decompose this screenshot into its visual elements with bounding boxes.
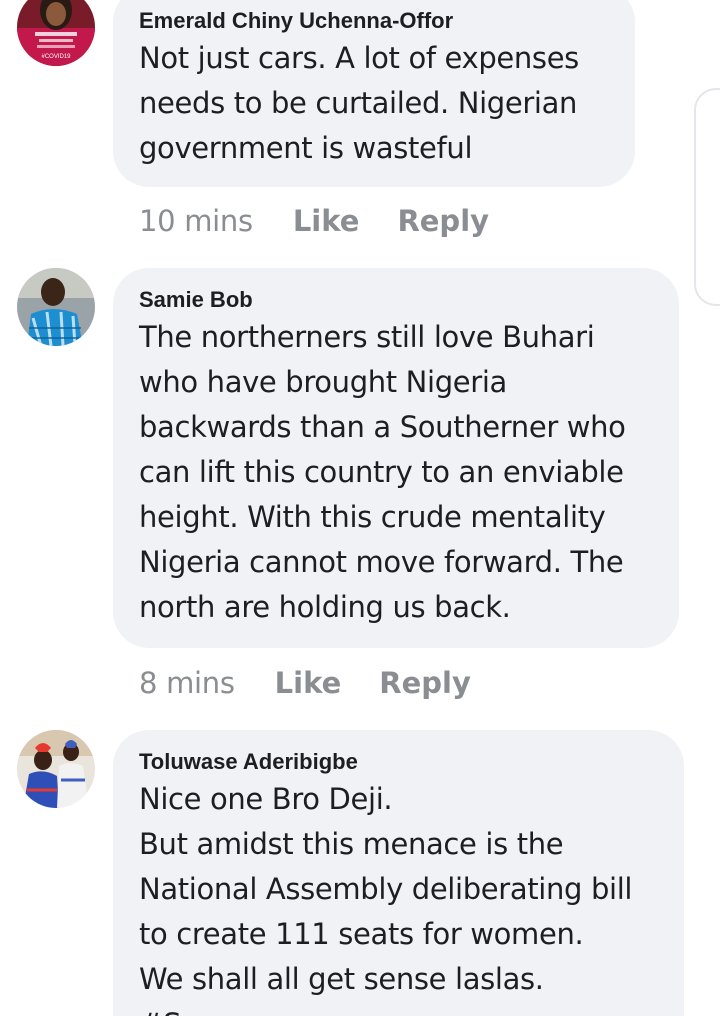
comment-time[interactable]: 10 mins <box>139 204 253 238</box>
like-button[interactable]: Like <box>275 666 342 700</box>
comment-bubble: Emerald Chiny Uchenna-Offor Not just car… <box>113 0 635 187</box>
comment-author[interactable]: Toluwase Aderibigbe <box>139 747 658 777</box>
comment-actions: 10 mins Like Reply <box>139 201 527 241</box>
comment-author[interactable]: Samie Bob <box>139 285 653 315</box>
comment-text: Nice one Bro Deji. But amidst this menac… <box>139 782 633 1016</box>
comment-author[interactable]: Emerald Chiny Uchenna-Offor <box>139 6 609 36</box>
comment-text: Not just cars. A lot of expenses needs t… <box>139 41 579 165</box>
comment-text: The northerners still love Buhari who ha… <box>139 320 626 624</box>
avatar[interactable] <box>17 268 95 346</box>
reply-button[interactable]: Reply <box>397 204 489 238</box>
avatar-badge-text: #COVID19 <box>41 54 71 60</box>
avatar[interactable]: #COVID19 <box>17 0 95 66</box>
comment-time[interactable]: 8 mins <box>139 666 235 700</box>
reply-button[interactable]: Reply <box>379 666 471 700</box>
comment-actions: 8 mins Like Reply <box>139 663 509 703</box>
side-card[interactable] <box>694 88 720 306</box>
comment-bubble: Toluwase Aderibigbe Nice one Bro Deji. B… <box>113 730 684 1016</box>
avatar[interactable] <box>17 730 95 808</box>
comments-page: #COVID19 Emerald Chiny Uchenna-Offor Not… <box>0 0 720 1016</box>
comment-bubble: Samie Bob The northerners still love Buh… <box>113 268 679 648</box>
like-button[interactable]: Like <box>293 204 360 238</box>
